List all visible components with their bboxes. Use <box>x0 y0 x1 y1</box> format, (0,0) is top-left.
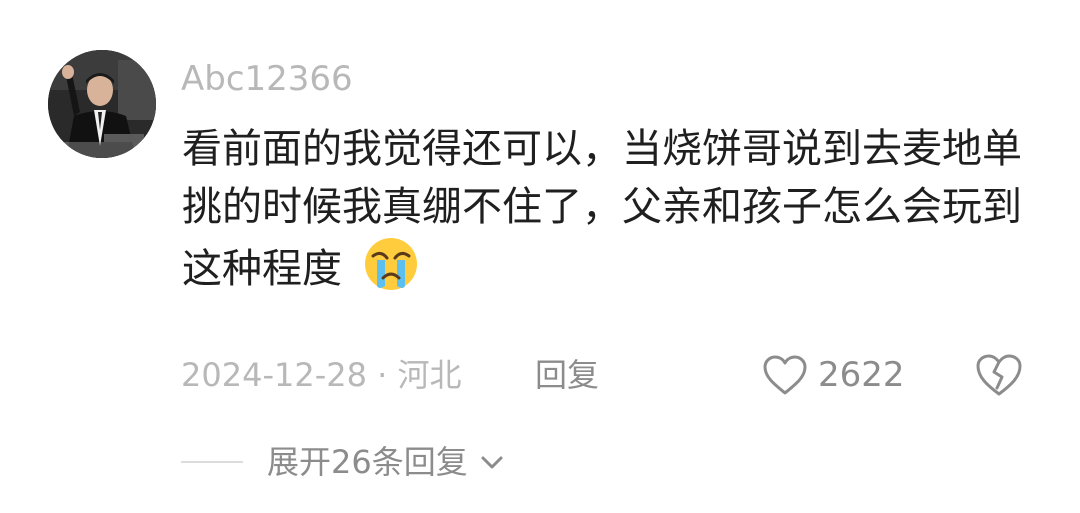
avatar-image <box>48 50 156 158</box>
reply-button[interactable]: 回复 <box>535 355 599 395</box>
username[interactable]: Abc12366 <box>181 59 353 99</box>
divider-line <box>181 461 243 463</box>
like-count: 2622 <box>818 355 905 395</box>
crying-face-icon <box>364 238 417 290</box>
dislike-button[interactable] <box>975 352 1023 398</box>
chevron-down-icon <box>481 456 503 469</box>
expand-replies-button[interactable]: 展开26条回复 <box>181 440 506 484</box>
avatar[interactable] <box>48 50 156 158</box>
heart-icon <box>763 355 807 395</box>
broken-heart-icon <box>976 354 1022 396</box>
expand-replies-label: 展开26条回复 <box>267 443 468 481</box>
comment-meta: 2024-12-28 · 河北 <box>181 356 462 394</box>
like-button[interactable]: 2622 <box>762 352 905 398</box>
comment-text: 看前面的我觉得还可以，当烧饼哥说到去麦地单挑的时候我真绷不住了，父亲和孩子怎么会… <box>182 120 1042 298</box>
comment-body: 看前面的我觉得还可以，当烧饼哥说到去麦地单挑的时候我真绷不住了，父亲和孩子怎么会… <box>182 126 1022 292</box>
